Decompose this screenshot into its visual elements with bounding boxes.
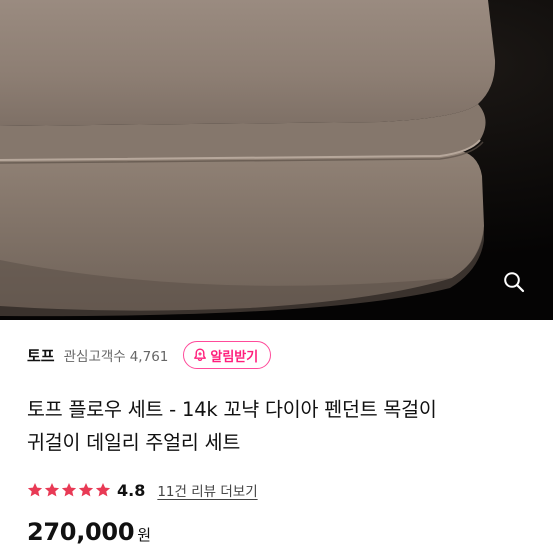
price-amount: 270,000 [27, 518, 135, 546]
star-icon [95, 482, 111, 497]
rating-value: 4.8 [117, 480, 146, 500]
search-icon [504, 272, 525, 293]
product-title-line1: 토프 플로우 세트 - 14k 꼬냑 다이아 펜던트 목걸이 [27, 398, 437, 421]
follower-count: 관심고객수 4,761 [64, 345, 169, 365]
notify-button[interactable]: 알림받기 [183, 341, 272, 369]
star-rating [27, 482, 111, 498]
jewelry-box-photo [0, 0, 553, 320]
follower-label: 관심고객수 [63, 349, 126, 365]
star-icon [61, 482, 77, 497]
star-icon [78, 482, 94, 497]
product-title-line2: 귀걸이 데일리 주얼리 세트 [27, 431, 241, 454]
seller-name[interactable]: 토프 [27, 345, 55, 366]
notify-button-label: 알림받기 [210, 349, 259, 365]
rating-row: 4.8 11건 리뷰 더보기 [27, 478, 258, 502]
reviews-link[interactable]: 11건 리뷰 더보기 [157, 480, 257, 500]
star-icon [27, 482, 43, 497]
seller-row: 토프 관심고객수 4,761 알림받기 [27, 340, 537, 370]
price-row: 270,000 원 [27, 518, 151, 553]
price-currency: 원 [137, 526, 152, 544]
star-icon [44, 482, 60, 497]
product-title: 토프 플로우 세트 - 14k 꼬냑 다이아 펜던트 목걸이 귀걸이 데일리 주… [27, 393, 532, 459]
zoom-button[interactable] [494, 262, 534, 302]
follower-number: 4,761 [129, 349, 169, 365]
product-image[interactable] [0, 0, 553, 320]
bell-icon [194, 348, 207, 361]
